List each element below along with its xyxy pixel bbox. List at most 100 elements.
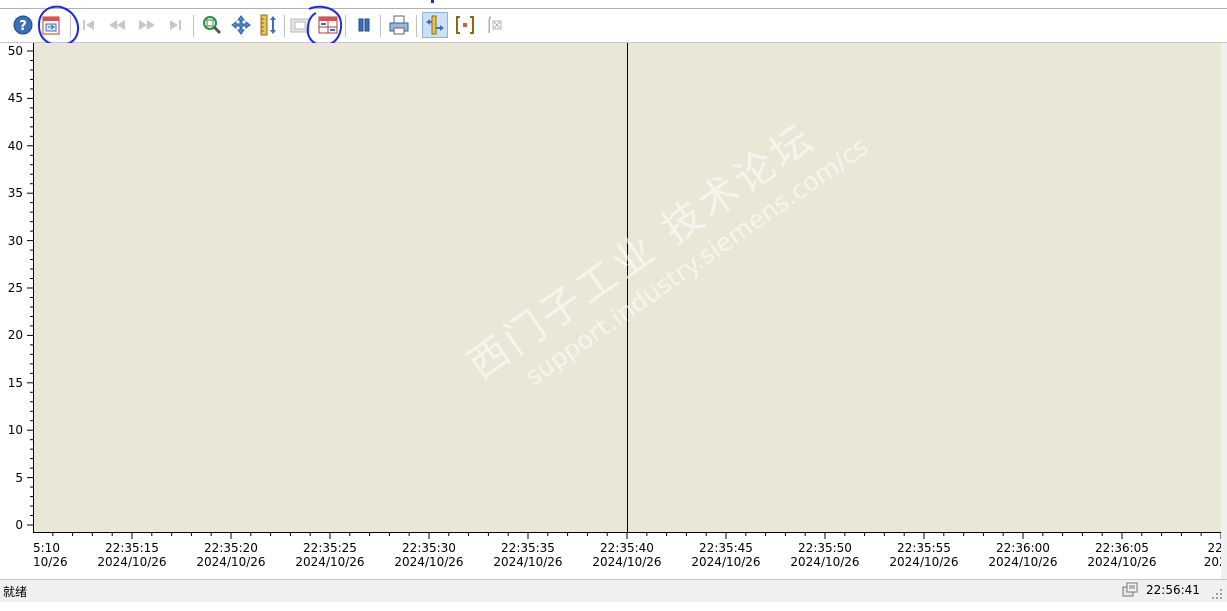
original-view-icon: [290, 18, 310, 33]
value-axis-label: 30: [7, 233, 23, 248]
time-axis-label: 22:35:40 2024/10/26: [582, 541, 672, 569]
ruler-button[interactable]: [422, 12, 448, 38]
ruler-cursor-line[interactable]: [627, 43, 628, 533]
time-axis-date: 2024/10/26: [394, 555, 464, 569]
time-axis-time: 22:3: [1207, 541, 1221, 555]
time-axis-date: 2024/10/26: [790, 555, 860, 569]
time-axis-label: 22:36:00 2024/10/26: [978, 541, 1068, 569]
previous-record-button[interactable]: [104, 12, 130, 38]
time-axis-date: 2024/10/26: [97, 555, 167, 569]
time-axis-date: 2024/10/26: [1087, 555, 1157, 569]
toolbar-separator: [284, 15, 285, 37]
first-record-button[interactable]: [76, 12, 102, 38]
next-record-button[interactable]: [134, 12, 160, 38]
time-axis-label: 22:35:15 2024/10/26: [87, 541, 177, 569]
value-axis-label: 5: [15, 470, 23, 485]
time-axis-time: 22:36:05: [1095, 541, 1149, 555]
time-axis-date: 2024/10/26: [691, 555, 761, 569]
time-axis-date: 2024/10/26: [196, 555, 266, 569]
next-record-icon: [139, 20, 155, 30]
statistics-button[interactable]: [481, 12, 507, 38]
help-icon: ?: [13, 15, 33, 35]
trend-control-window: ? 50 45 40 35 30 25 20 15 10 5 0 西门子工业 技…: [0, 0, 1227, 611]
original-view-button[interactable]: [287, 12, 313, 38]
svg-text:?: ?: [19, 19, 27, 34]
time-axis-label: 22:35:45 2024/10/26: [681, 541, 771, 569]
status-bar: 就绪 22:56:41: [0, 579, 1227, 603]
watermark-title: 西门子工业 技术论坛: [459, 114, 825, 389]
toolbar-separator: [193, 15, 194, 37]
toolbar-separator: [70, 15, 71, 37]
stop-icon: [358, 18, 370, 32]
stop-button[interactable]: [351, 12, 377, 38]
value-axis-label: 40: [7, 138, 23, 153]
time-axis-time: 22:35:50: [798, 541, 852, 555]
statistics-icon: [488, 16, 502, 34]
zoom-area-icon: [203, 16, 222, 35]
time-axis-time: 22:35:45: [699, 541, 753, 555]
value-axis-label: 25: [7, 281, 23, 295]
annotation-dot: [431, 0, 434, 3]
value-axis-label: 50: [7, 44, 23, 58]
time-axis-time: 22:36:00: [996, 541, 1050, 555]
time-axis: 5:10 10/26 22:35:15 2024/10/26 22:35:20 2024/…: [33, 533, 1221, 579]
time-axis-date: 2024/10/26: [493, 555, 563, 569]
time-axis-label: 22:36:05 2024/10/26: [1077, 541, 1167, 569]
last-record-button[interactable]: [162, 12, 188, 38]
time-axis-label: 22:35:55 2024/10/26: [879, 541, 969, 569]
toolbar-separator: [416, 15, 417, 37]
value-axis-label: 35: [7, 186, 23, 201]
time-axis-label: 22:35:20 2024/10/26: [186, 541, 276, 569]
configure-dialog-button[interactable]: [38, 12, 64, 38]
watermark: 西门子工业 技术论坛 support.industry.siemens.com/…: [454, 84, 874, 414]
time-axis-label: 22:35:25 2024/10/26: [285, 541, 375, 569]
time-axis-date: 2024/10/26: [988, 555, 1058, 569]
print-button[interactable]: [386, 12, 412, 38]
value-axis-label: 20: [7, 328, 23, 343]
time-axis-time: 22:35:30: [402, 541, 456, 555]
status-text: 就绪: [3, 585, 28, 599]
zoom-value-axis-button[interactable]: [256, 12, 282, 38]
time-axis-time: 22:35:20: [204, 541, 258, 555]
time-axis-label: 22:35:30 2024/10/26: [384, 541, 474, 569]
statistics-area-button[interactable]: [452, 12, 478, 38]
move-axes-button[interactable]: [228, 12, 254, 38]
time-axis-label: 22:32024/: [1176, 541, 1221, 569]
time-axis-time: 22:35:25: [303, 541, 357, 555]
select-trends-icon: [318, 16, 338, 34]
status-clock: 22:56:41: [1146, 583, 1200, 597]
toolbar: ?: [0, 9, 1227, 43]
print-icon: [389, 15, 409, 35]
watermark-url: support.industry.siemens.com/cs: [520, 131, 874, 392]
value-axis-label: 15: [7, 375, 23, 390]
previous-record-icon: [109, 20, 125, 30]
time-axis-time: 22:35:55: [897, 541, 951, 555]
select-trends-button[interactable]: [315, 12, 341, 38]
configure-dialog-icon: [42, 16, 60, 35]
time-axis-label: 22:35:50 2024/10/26: [780, 541, 870, 569]
time-axis-date: 2024/10/26: [889, 555, 959, 569]
time-axis-date: 2024/10/26: [295, 555, 365, 569]
resize-grip-icon[interactable]: [1211, 588, 1223, 600]
time-axis-time: 22:35:40: [600, 541, 654, 555]
vertical-scrollbar[interactable]: [1221, 43, 1227, 579]
toolbar-separator: [380, 15, 381, 37]
toolbar-separator: [345, 15, 346, 37]
first-record-icon: [83, 20, 94, 30]
value-axis: 50 45 40 35 30 25 20 15 10 5 0: [0, 43, 33, 533]
connection-status-icon: [1122, 582, 1138, 597]
ruler-icon: [426, 15, 444, 35]
trend-plot-area[interactable]: 西门子工业 技术论坛 support.industry.siemens.com/…: [33, 43, 1221, 533]
value-axis-label: 0: [15, 518, 23, 532]
time-axis-time: 22:35:35: [501, 541, 555, 555]
help-button[interactable]: ?: [10, 12, 36, 38]
zoom-area-button[interactable]: [199, 12, 225, 38]
value-axis-label: 45: [7, 91, 23, 106]
move-axes-icon: [231, 15, 251, 35]
time-axis-time: 22:35:15: [105, 541, 159, 555]
time-axis-ticks: [52, 533, 1221, 539]
time-axis-date: 2024/: [1203, 555, 1221, 569]
trend-view: 50 45 40 35 30 25 20 15 10 5 0 西门子工业 技术论坛 support.…: [0, 43, 1221, 579]
time-axis-label: 22:35:35 2024/10/26: [483, 541, 573, 569]
time-axis-date: 2024/10/26: [592, 555, 662, 569]
